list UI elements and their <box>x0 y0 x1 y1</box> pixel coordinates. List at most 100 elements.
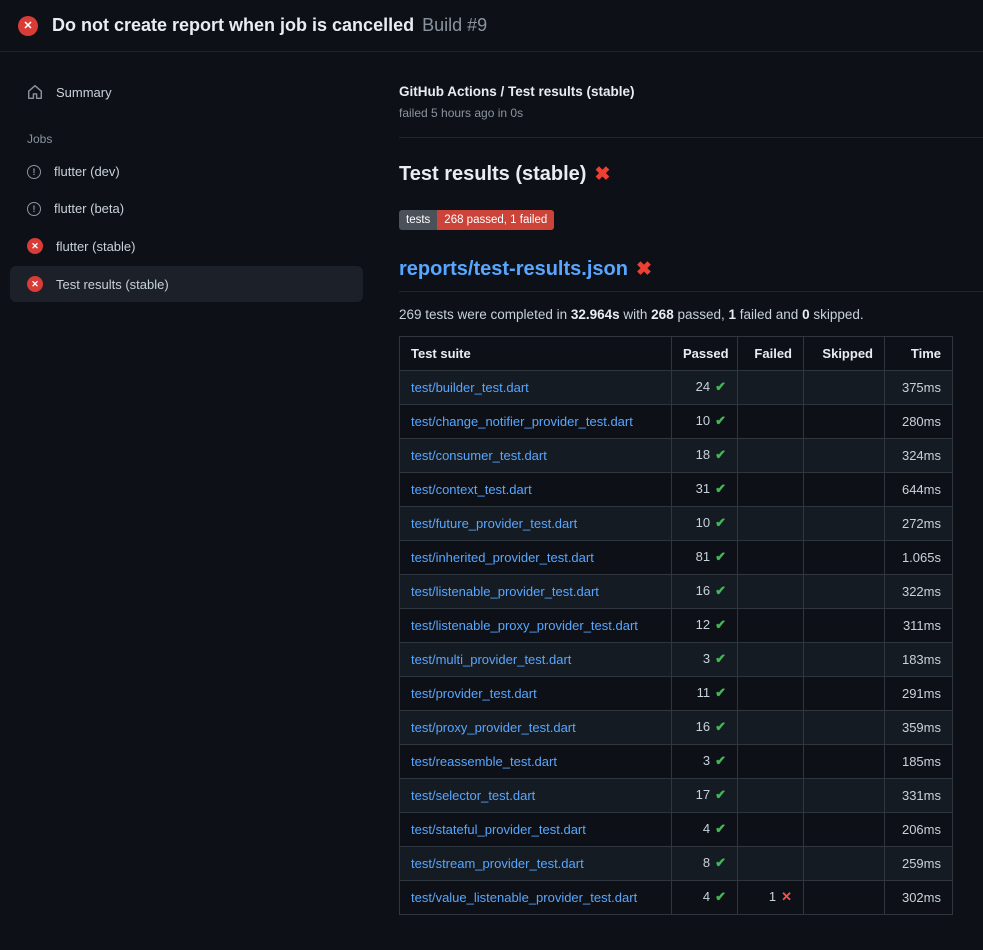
pass-check-icon: ✔ <box>715 481 726 496</box>
failed-cell <box>738 404 804 438</box>
column-header-failed: Failed <box>738 336 804 370</box>
failed-status-icon: ✕ <box>27 276 43 292</box>
neutral-status-icon: ! <box>27 165 41 179</box>
failed-cell <box>738 710 804 744</box>
time-cell: 280ms <box>885 404 953 438</box>
table-row: test/reassemble_test.dart 3✔ 185ms <box>400 744 953 778</box>
run-title: Do not create report when job is cancell… <box>52 15 414 36</box>
column-header-skipped: Skipped <box>804 336 885 370</box>
skipped-cell <box>804 506 885 540</box>
sidebar-item-label: flutter (beta) <box>54 201 124 216</box>
test-suite-link[interactable]: test/selector_test.dart <box>411 788 535 803</box>
sidebar-item-flutter-stable[interactable]: ✕ flutter (stable) <box>10 228 363 264</box>
table-row: test/proxy_provider_test.dart16✔359ms <box>400 710 953 744</box>
sidebar-item-flutter-beta[interactable]: ! flutter (beta) <box>10 191 363 226</box>
divider <box>399 137 983 138</box>
passed-cell: 11✔ <box>672 676 738 710</box>
failed-cell <box>738 540 804 574</box>
test-suite-link[interactable]: test/proxy_provider_test.dart <box>411 720 576 735</box>
table-row: test/inherited_provider_test.dart 81✔ 1.06… <box>400 540 953 574</box>
test-suite-link[interactable]: test/value_listenable_provider_test.dart <box>411 890 637 905</box>
time-cell: 302ms <box>885 880 953 914</box>
pass-check-icon: ✔ <box>715 651 726 666</box>
suite-cell: test/consumer_test.dart <box>400 438 672 472</box>
skipped-cell <box>804 778 885 812</box>
failed-cell <box>738 370 804 404</box>
badge-value: 268 passed, 1 failed <box>437 210 554 230</box>
passed-cell: 16✔ <box>672 574 738 608</box>
test-suite-link[interactable]: test/inherited_provider_test.dart <box>411 550 594 565</box>
sidebar-item-summary[interactable]: Summary <box>10 74 363 110</box>
test-suite-link[interactable]: test/multi_provider_test.dart <box>411 652 571 667</box>
test-suite-link[interactable]: test/stream_provider_test.dart <box>411 856 584 871</box>
column-header-passed: Passed <box>672 336 738 370</box>
test-suite-link[interactable]: test/context_test.dart <box>411 482 532 497</box>
time-cell: 375ms <box>885 370 953 404</box>
table-row: test/context_test.dart31✔644ms <box>400 472 953 506</box>
pass-check-icon: ✔ <box>715 821 726 836</box>
failed-x-icon: ✖ <box>594 164 610 185</box>
failed-cell <box>738 506 804 540</box>
failed-cell <box>738 574 804 608</box>
time-cell: 322ms <box>885 574 953 608</box>
report-link[interactable]: reports/test-results.json <box>399 258 628 280</box>
time-cell: 644ms <box>885 472 953 506</box>
failed-cell <box>738 438 804 472</box>
badge-label: tests <box>399 210 437 230</box>
failed-cell <box>738 778 804 812</box>
passed-cell: 10✔ <box>672 404 738 438</box>
sidebar-item-label: Test results (stable) <box>56 277 169 292</box>
suite-cell: test/future_provider_test.dart <box>400 506 672 540</box>
pass-check-icon: ✔ <box>715 549 726 564</box>
fail-x-icon: ✕ <box>781 889 792 904</box>
table-row: test/provider_test.dart 11✔ 291ms <box>400 676 953 710</box>
suite-cell: test/change_notifier_provider_test.dart <box>400 404 672 438</box>
passed-cell: 4✔ <box>672 880 738 914</box>
time-cell: 185ms <box>885 744 953 778</box>
failed-cell <box>738 642 804 676</box>
passed-cell: 17✔ <box>672 778 738 812</box>
jobs-section-label: Jobs <box>27 132 363 146</box>
passed-cell: 81✔ <box>672 540 738 574</box>
skipped-cell <box>804 676 885 710</box>
test-suite-link[interactable]: test/stateful_provider_test.dart <box>411 822 586 837</box>
passed-cell: 3✔ <box>672 744 738 778</box>
sidebar-item-label: flutter (stable) <box>56 239 135 254</box>
sidebar-item-test-results-stable[interactable]: ✕ Test results (stable) <box>10 266 363 302</box>
pass-check-icon: ✔ <box>715 787 726 802</box>
suite-cell: test/value_listenable_provider_test.dart <box>400 880 672 914</box>
page-title: Test results (stable)✖ <box>399 163 983 186</box>
sidebar-item-flutter-dev[interactable]: ! flutter (dev) <box>10 154 363 189</box>
passed-cell: 10✔ <box>672 506 738 540</box>
pass-check-icon: ✔ <box>715 447 726 462</box>
skipped-cell <box>804 574 885 608</box>
table-row: test/multi_provider_test.dart3✔183ms <box>400 642 953 676</box>
time-cell: 1.065s <box>885 540 953 574</box>
test-suite-link[interactable]: test/future_provider_test.dart <box>411 516 577 531</box>
skipped-cell <box>804 472 885 506</box>
sidebar-item-label: Summary <box>56 85 112 100</box>
table-row: test/stateful_provider_test.dart4✔206ms <box>400 812 953 846</box>
test-suite-link[interactable]: test/change_notifier_provider_test.dart <box>411 414 633 429</box>
failed-cell <box>738 608 804 642</box>
time-cell: 331ms <box>885 778 953 812</box>
report-heading: reports/test-results.json✖ <box>399 258 983 292</box>
test-suite-link[interactable]: test/listenable_proxy_provider_test.dart <box>411 618 638 633</box>
suite-cell: test/selector_test.dart <box>400 778 672 812</box>
test-suite-link[interactable]: test/listenable_provider_test.dart <box>411 584 599 599</box>
run-failed-icon: ✕ <box>18 16 38 36</box>
failed-cell <box>738 744 804 778</box>
passed-cell: 12✔ <box>672 608 738 642</box>
pass-check-icon: ✔ <box>715 889 726 904</box>
test-suite-link[interactable]: test/reassemble_test.dart <box>411 754 557 769</box>
test-suite-link[interactable]: test/builder_test.dart <box>411 380 529 395</box>
skipped-cell <box>804 846 885 880</box>
sidebar: Summary Jobs ! flutter (dev) ! flutter (… <box>0 52 383 304</box>
test-suite-link[interactable]: test/consumer_test.dart <box>411 448 547 463</box>
run-meta: failed 5 hours ago in 0s <box>399 106 983 120</box>
test-suite-link[interactable]: test/provider_test.dart <box>411 686 537 701</box>
column-header-time: Time <box>885 336 953 370</box>
time-cell: 291ms <box>885 676 953 710</box>
table-row: test/future_provider_test.dart10✔272ms <box>400 506 953 540</box>
skipped-cell <box>804 540 885 574</box>
